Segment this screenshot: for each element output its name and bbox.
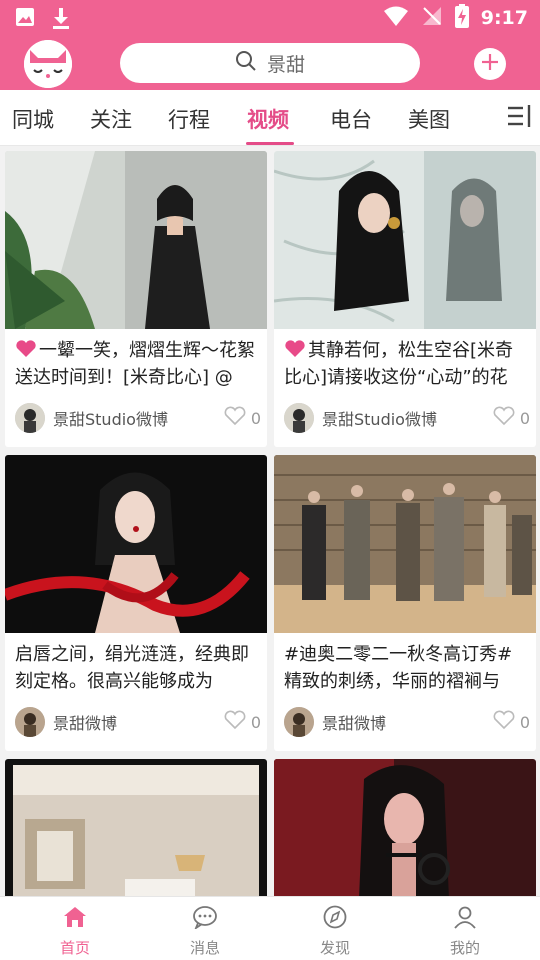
app-header: 景甜 [0,36,540,90]
add-button[interactable] [474,48,506,80]
heart-icon [284,339,306,357]
download-icon [50,6,72,34]
nav-messages-label: 消息 [189,939,220,957]
heart-outline-icon [223,406,247,430]
category-tabs: 同城 关注 行程 视频 电台 美图 [0,90,540,146]
active-tab-indicator [246,142,294,145]
tab-guanzhu[interactable]: 关注 [90,104,132,134]
author-avatar[interactable] [15,707,45,737]
card-meta: 景甜Studio微博 0 [15,401,261,435]
app-root: 9:17 景甜 同城 关注 行程 视频 电台 美图 一颦一笑，熠熠生辉～花絮送达… [0,0,540,960]
video-thumbnail[interactable] [274,455,536,633]
status-bar: 9:17 [0,0,540,36]
heart-icon [15,339,37,357]
heart-outline-icon [223,710,247,734]
no-signal-icon [421,5,443,31]
video-card[interactable] [5,759,267,896]
tab-overflow-fade [470,90,498,145]
chat-bubble-icon [192,905,218,933]
author-name[interactable]: 景甜Studio微博 [53,406,223,430]
nav-home[interactable]: 首页 [10,897,140,960]
author-name[interactable]: 景甜微博 [53,710,223,734]
like-count: 0 [519,408,530,428]
like-count: 0 [250,408,261,428]
nav-messages[interactable]: 消息 [140,897,270,960]
battery-charging-icon [454,4,469,32]
caption-text: #迪奥二零二一秋冬高订秀#精致的刺绣，华丽的褶裥与 [284,644,513,692]
author-avatar[interactable] [284,403,314,433]
heart-outline-icon [492,406,516,430]
like-count: 0 [519,712,530,732]
heart-outline-icon [492,710,516,734]
nav-profile-label: 我的 [449,939,480,957]
video-thumbnail[interactable] [5,455,267,633]
cat-logo-icon [24,40,72,88]
caption-text: 启唇之间，绢光涟涟，经典即刻定格。很高兴能够成为 [15,644,249,692]
like-button[interactable]: 0 [223,406,261,430]
tab-menu-button[interactable] [498,90,540,145]
caption-text: 其静若何，松生空谷[米奇比心]请接收这份“心动”的花 [284,340,514,388]
video-card[interactable]: 一颦一笑，熠熠生辉～花絮送达时间到！[米奇比心] @ 景甜Studio微博 0 [5,151,267,447]
video-card[interactable] [274,759,536,896]
sort-menu-icon [505,103,533,133]
home-icon [62,905,88,933]
like-button[interactable]: 0 [492,710,530,734]
tab-diantai[interactable]: 电台 [330,104,372,134]
tab-shipin[interactable]: 视频 [247,104,289,134]
video-feed: 一颦一笑，熠熠生辉～花絮送达时间到！[米奇比心] @ 景甜Studio微博 0 [0,146,540,896]
clock-time: 9:17 [480,7,528,29]
nav-home-label: 首页 [59,939,90,957]
like-button[interactable]: 0 [492,406,530,430]
video-thumbnail[interactable] [5,151,267,329]
author-avatar[interactable] [284,707,314,737]
app-logo-avatar[interactable] [24,40,72,88]
author-name[interactable]: 景甜微博 [322,710,492,734]
search-bar[interactable]: 景甜 [120,43,420,83]
video-card[interactable]: 启唇之间，绢光涟涟，经典即刻定格。很高兴能够成为 景甜微博 0 [5,455,267,751]
compass-icon [322,905,348,933]
tab-tongcheng[interactable]: 同城 [12,104,54,134]
card-caption: #迪奥二零二一秋冬高订秀#精致的刺绣，华丽的褶裥与 [284,641,524,695]
user-icon [452,905,478,933]
author-name[interactable]: 景甜Studio微博 [322,406,492,430]
card-caption: 一颦一笑，熠熠生辉～花絮送达时间到！[米奇比心] @ [15,337,255,391]
bottom-navigation: 首页 消息 发现 我的 [0,896,540,960]
video-thumbnail[interactable] [5,759,267,896]
search-query: 景甜 [266,53,305,76]
video-card[interactable]: 其静若何，松生空谷[米奇比心]请接收这份“心动”的花 景甜Studio微博 0 [274,151,536,447]
gallery-icon [14,6,36,34]
wifi-icon [383,5,409,31]
tab-xingcheng[interactable]: 行程 [168,104,210,134]
like-button[interactable]: 0 [223,710,261,734]
video-thumbnail[interactable] [274,151,536,329]
like-count: 0 [250,712,261,732]
nav-discover[interactable]: 发现 [270,897,400,960]
video-card[interactable]: #迪奥二零二一秋冬高订秀#精致的刺绣，华丽的褶裥与 景甜微博 0 [274,455,536,751]
nav-discover-label: 发现 [319,939,350,957]
video-thumbnail[interactable] [274,759,536,896]
card-meta: 景甜Studio微博 0 [284,401,530,435]
search-icon [235,50,257,76]
card-meta: 景甜微博 0 [284,705,530,739]
plus-icon [480,52,500,76]
card-caption: 启唇之间，绢光涟涟，经典即刻定格。很高兴能够成为 [15,641,255,695]
tab-meitu[interactable]: 美图 [408,104,450,134]
card-meta: 景甜微博 0 [15,705,261,739]
caption-text: 一颦一笑，熠熠生辉～花絮送达时间到！[米奇比心] @ [15,340,255,388]
card-caption: 其静若何，松生空谷[米奇比心]请接收这份“心动”的花 [284,337,524,391]
author-avatar[interactable] [15,403,45,433]
nav-profile[interactable]: 我的 [400,897,530,960]
